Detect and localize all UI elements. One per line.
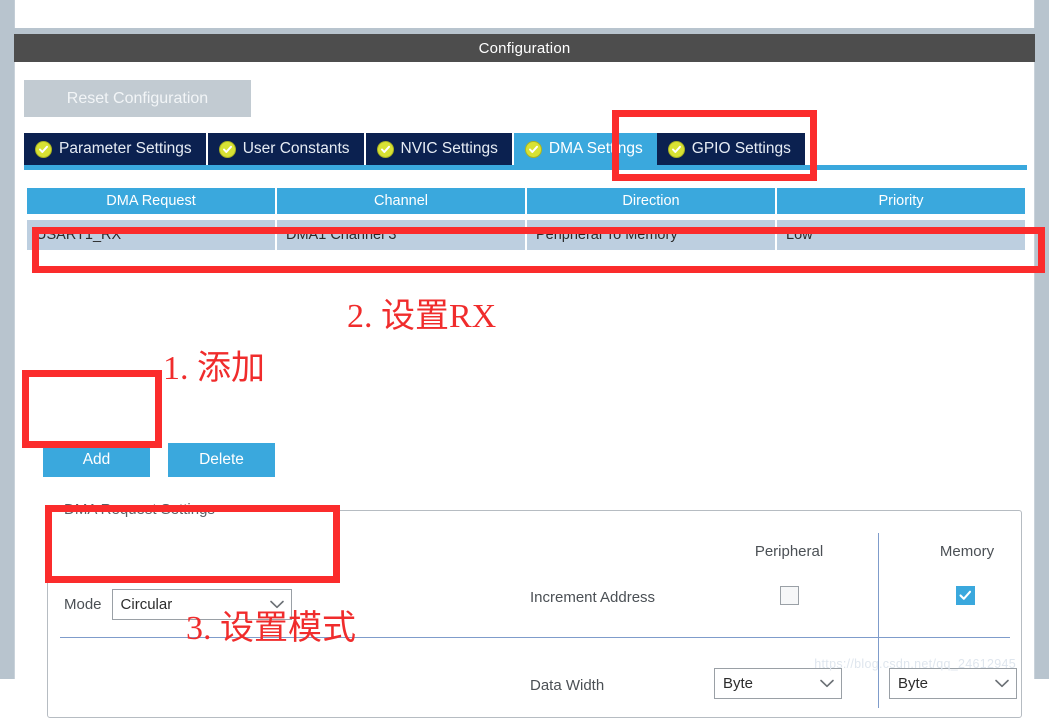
vertical-divider <box>878 533 879 708</box>
dma-request-settings-group: DMA Request Settings Mode Circular Perip… <box>47 510 1022 718</box>
top-blank-strip <box>14 0 1035 28</box>
column-header-memory: Memory <box>887 543 1047 560</box>
increment-address-memory-checkbox[interactable] <box>956 586 975 605</box>
increment-address-label: Increment Address <box>530 589 700 606</box>
tab-label: Parameter Settings <box>59 140 192 158</box>
delete-button-label: Delete <box>199 451 244 469</box>
column-header-priority[interactable]: Priority <box>777 188 1025 214</box>
data-width-label: Data Width <box>530 677 700 694</box>
tab-dma-settings[interactable]: DMA Settings <box>514 133 657 165</box>
cell-direction[interactable]: Peripheral To Memory <box>527 220 775 250</box>
data-width-peripheral-select[interactable]: Byte <box>714 668 842 699</box>
cell-priority[interactable]: Low <box>777 220 1025 250</box>
reset-configuration-button[interactable]: Reset Configuration <box>24 80 251 117</box>
table-row[interactable]: USART1_RX DMA1 Channel 3 Peripheral To M… <box>27 220 1025 250</box>
tab-label: NVIC Settings <box>401 140 498 158</box>
check-circle-icon <box>377 141 394 158</box>
mode-row: Mode Circular <box>64 589 292 620</box>
table-header-row: DMA Request Channel Direction Priority <box>27 188 1025 214</box>
column-header-dma-request[interactable]: DMA Request <box>27 188 275 214</box>
mode-label: Mode <box>64 596 102 613</box>
cell-dma-request[interactable]: USART1_RX <box>27 220 275 250</box>
app-root: Configuration Reset Configuration Parame… <box>0 0 1049 679</box>
column-header-direction[interactable]: Direction <box>527 188 775 214</box>
tab-underline <box>24 165 1027 170</box>
configuration-title: Configuration <box>479 40 571 57</box>
tab-user-constants[interactable]: User Constants <box>208 133 366 165</box>
add-button-label: Add <box>83 451 111 469</box>
check-circle-icon <box>219 141 236 158</box>
window-frame-right <box>1035 0 1049 679</box>
check-circle-icon <box>525 141 542 158</box>
chevron-down-icon <box>270 598 284 611</box>
check-circle-icon <box>35 141 52 158</box>
increment-address-peripheral-checkbox[interactable] <box>780 586 799 605</box>
column-header-peripheral: Peripheral <box>709 543 869 560</box>
table-body: USART1_RX DMA1 Channel 3 Peripheral To M… <box>27 220 1025 250</box>
cell-channel[interactable]: DMA1 Channel 3 <box>277 220 525 250</box>
add-button[interactable]: Add <box>43 443 150 477</box>
tab-parameter-settings[interactable]: Parameter Settings <box>24 133 208 165</box>
table-action-buttons: Add Delete <box>43 443 275 477</box>
check-circle-icon <box>668 141 685 158</box>
tab-label: DMA Settings <box>549 140 643 158</box>
dma-request-table: DMA Request Channel Direction Priority U… <box>27 188 1025 250</box>
tab-label: User Constants <box>243 140 350 158</box>
tab-nvic-settings[interactable]: NVIC Settings <box>366 133 514 165</box>
reset-configuration-label: Reset Configuration <box>67 90 208 108</box>
mode-select-value: Circular <box>121 596 173 613</box>
mode-select[interactable]: Circular <box>112 589 292 620</box>
horizontal-divider <box>60 637 1010 638</box>
dma-request-settings-legend: DMA Request Settings <box>58 501 221 518</box>
settings-tabbar: Parameter Settings User Constants NVIC S… <box>24 133 1027 165</box>
data-width-memory-value: Byte <box>898 675 928 692</box>
data-width-memory-select[interactable]: Byte <box>889 668 1017 699</box>
data-width-peripheral-value: Byte <box>723 675 753 692</box>
window-frame-left <box>0 0 14 679</box>
delete-button[interactable]: Delete <box>168 443 275 477</box>
column-header-channel[interactable]: Channel <box>277 188 525 214</box>
tab-label: GPIO Settings <box>692 140 791 158</box>
tab-gpio-settings[interactable]: GPIO Settings <box>657 133 807 165</box>
check-icon <box>959 590 972 601</box>
configuration-titlebar: Configuration <box>14 34 1035 62</box>
configuration-content-panel: Reset Configuration Parameter Settings U… <box>14 62 1035 679</box>
